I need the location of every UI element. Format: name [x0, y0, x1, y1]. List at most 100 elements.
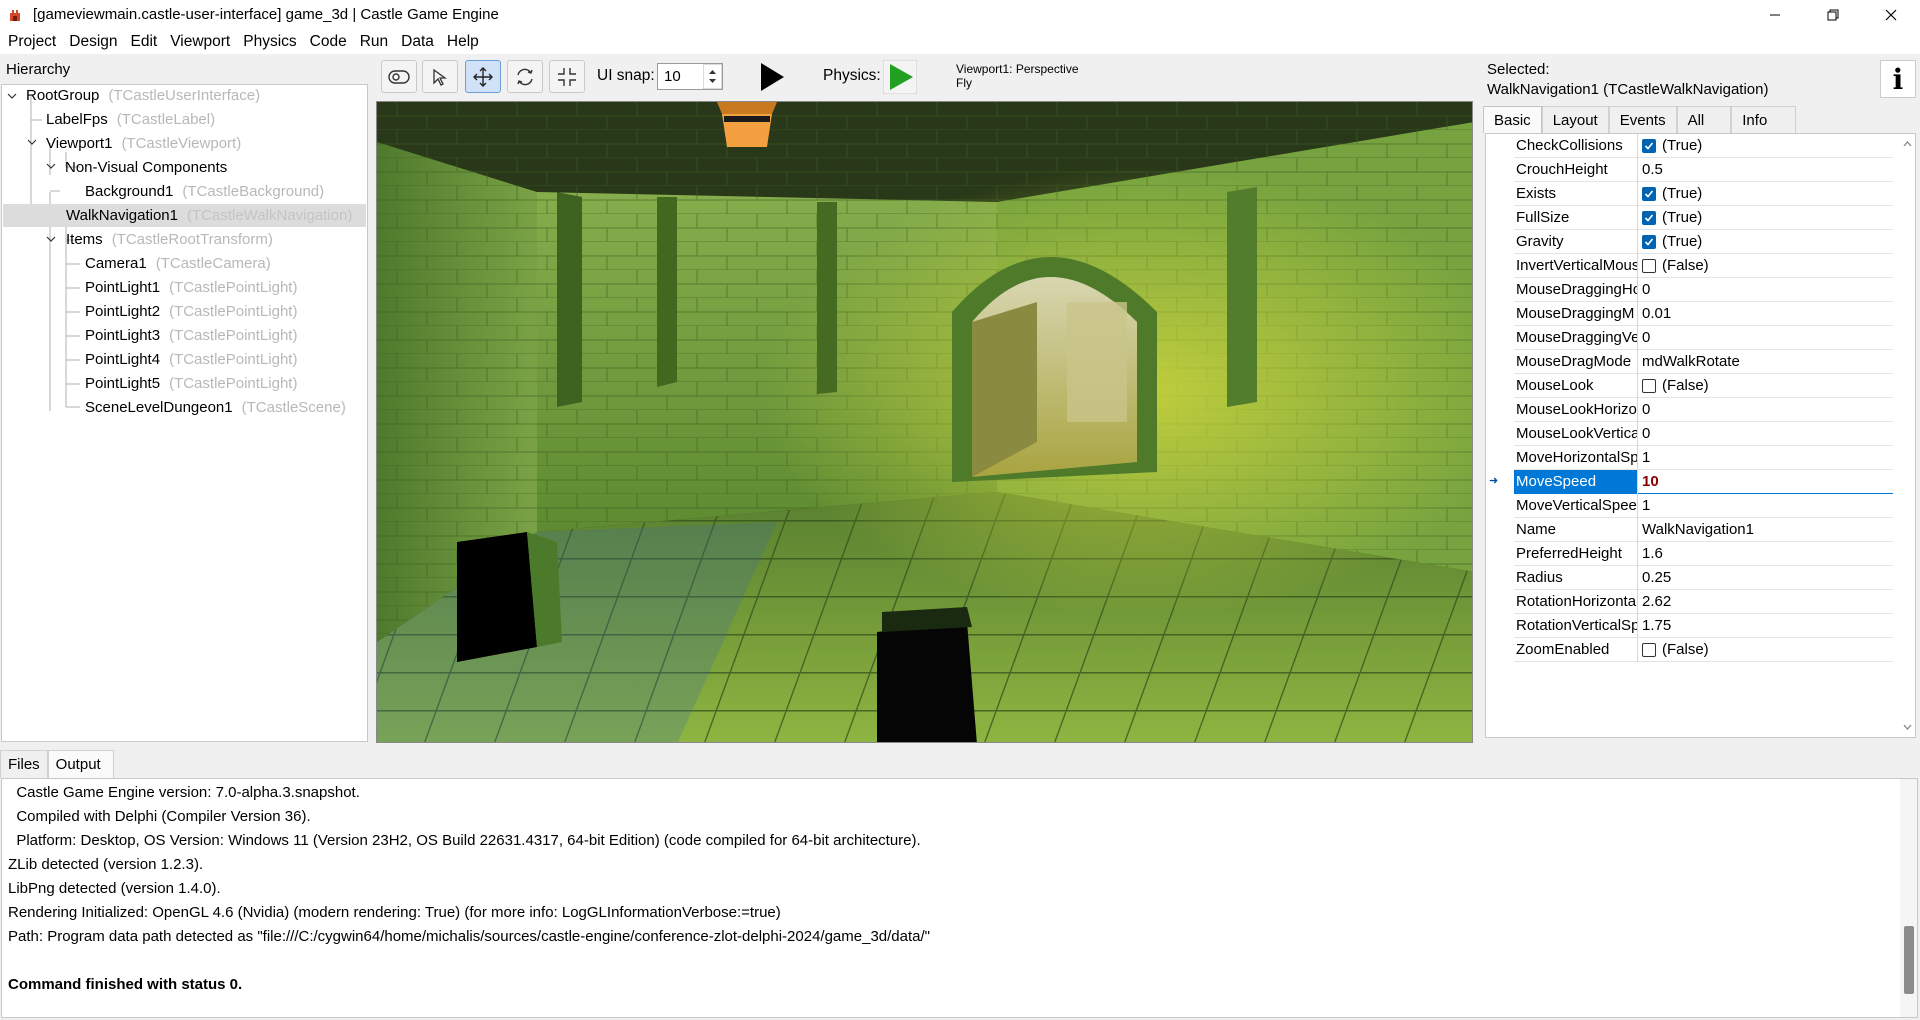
menu-project[interactable]: Project	[4, 33, 60, 51]
property-row[interactable]: MoveVerticalSpee 1	[1514, 493, 1893, 518]
property-value[interactable]: 1	[1638, 446, 1650, 470]
property-value[interactable]: (False)	[1638, 374, 1709, 398]
property-value[interactable]: 1	[1638, 494, 1650, 518]
output-scrollbar[interactable]	[1900, 779, 1917, 1017]
property-row[interactable]: RotationVerticalSp 1.75	[1514, 613, 1893, 638]
physics-play-button[interactable]	[882, 59, 918, 95]
property-row[interactable]: MouseDraggingM 0.01	[1514, 301, 1893, 326]
property-value[interactable]: 1.6	[1638, 542, 1663, 566]
property-row[interactable]: RotationHorizonta 2.62	[1514, 589, 1893, 614]
menu-viewport[interactable]: Viewport	[166, 33, 234, 51]
tab-events[interactable]: Events	[1608, 106, 1677, 133]
menu-data[interactable]: Data	[397, 33, 438, 51]
property-grid[interactable]: CheckCollisions (True) CrouchHeight 0.5 Exis…	[1485, 133, 1916, 738]
tree-item[interactable]: Items (TCastleRootTransform)	[66, 228, 273, 251]
property-row[interactable]: PreferredHeight 1.6	[1514, 541, 1893, 566]
scale-mode-button[interactable]	[549, 60, 585, 93]
tree-item-selected[interactable]: WalkNavigation1 (TCastleWalkNavigation)	[3, 204, 366, 227]
tree-item[interactable]: PointLight5 (TCastlePointLight)	[85, 372, 297, 395]
property-row[interactable]: Exists (True)	[1514, 181, 1893, 206]
tab-all[interactable]: All	[1676, 106, 1732, 133]
property-row[interactable]: MoveSpeed 10 ➜	[1489, 469, 1893, 494]
tree-item[interactable]: Background1 (TCastleBackground)	[85, 180, 324, 203]
menu-physics[interactable]: Physics	[239, 33, 300, 51]
select-mode-button[interactable]	[422, 60, 458, 93]
property-row[interactable]: MouseDraggingVe 0	[1514, 325, 1893, 350]
property-value[interactable]: 1.75	[1638, 614, 1671, 638]
property-value[interactable]: 0	[1638, 278, 1650, 302]
property-checkbox[interactable]	[1642, 210, 1656, 225]
menu-design[interactable]: Design	[65, 33, 121, 51]
tab-files[interactable]: Files	[0, 750, 48, 778]
menu-code[interactable]: Code	[306, 33, 351, 51]
menu-help[interactable]: Help	[443, 33, 483, 51]
tree-item[interactable]: LabelFps (TCastleLabel)	[46, 108, 215, 131]
property-row[interactable]: CheckCollisions (True)	[1514, 133, 1893, 158]
minimize-button[interactable]	[1746, 0, 1804, 29]
tree-item[interactable]: Camera1 (TCastleCamera)	[85, 252, 271, 275]
property-checkbox[interactable]	[1642, 258, 1656, 273]
menu-edit[interactable]: Edit	[127, 33, 162, 51]
property-row[interactable]: Radius 0.25	[1514, 565, 1893, 590]
property-value[interactable]: 2.62	[1638, 590, 1671, 614]
tree-item[interactable]: PointLight2 (TCastlePointLight)	[85, 300, 297, 323]
property-row[interactable]: ZoomEnabled (False)	[1514, 637, 1893, 662]
tab-layout[interactable]: Layout	[1541, 106, 1609, 133]
property-value[interactable]: (True)	[1638, 230, 1702, 254]
output-log[interactable]: Castle Game Engine version: 7.0-alpha.3.…	[1, 778, 1918, 1018]
tree-item[interactable]: Non-Visual Components	[65, 156, 227, 179]
property-row[interactable]: MouseDragMode mdWalkRotate	[1514, 349, 1893, 374]
property-row[interactable]: MoveHorizontalSp 1	[1514, 445, 1893, 470]
property-value[interactable]: 0	[1638, 326, 1650, 350]
tree-item[interactable]: PointLight4 (TCastlePointLight)	[85, 348, 297, 371]
ui-snap-spinner-icon[interactable]	[703, 64, 722, 89]
property-value[interactable]: 0	[1638, 398, 1650, 422]
menu-run[interactable]: Run	[356, 33, 392, 51]
property-checkbox[interactable]	[1642, 378, 1656, 393]
translate-mode-button[interactable]	[465, 60, 501, 93]
property-checkbox[interactable]	[1642, 234, 1656, 249]
property-value[interactable]: (True)	[1638, 206, 1702, 230]
restore-button[interactable]	[1804, 0, 1862, 29]
close-button[interactable]	[1862, 0, 1920, 29]
property-row[interactable]: MouseDraggingHo 0	[1514, 277, 1893, 302]
tree-item[interactable]: PointLight3 (TCastlePointLight)	[85, 324, 297, 347]
tree-item[interactable]: Viewport1 (TCastleViewport)	[46, 132, 241, 155]
run-game-button[interactable]	[754, 59, 790, 95]
property-value[interactable]: 0.5	[1638, 158, 1663, 182]
property-value[interactable]: WalkNavigation1	[1638, 518, 1754, 542]
property-value[interactable]: (False)	[1638, 638, 1709, 662]
property-value[interactable]: 0.01	[1638, 302, 1671, 326]
property-row[interactable]: MouseLookVertica 0	[1514, 421, 1893, 446]
rotate-mode-button[interactable]	[507, 60, 543, 93]
property-checkbox[interactable]	[1642, 642, 1656, 657]
hierarchy-tree[interactable]: RootGroup (TCastleUserInterface) LabelFps…	[1, 84, 368, 742]
property-value[interactable]: (True)	[1638, 182, 1702, 206]
info-button[interactable]: i	[1880, 60, 1916, 98]
property-value[interactable]: 0	[1638, 422, 1650, 446]
tree-item[interactable]: SceneLevelDungeon1 (TCastleScene)	[85, 396, 346, 419]
property-row[interactable]: MouseLookHorizo 0	[1514, 397, 1893, 422]
property-checkbox[interactable]	[1642, 186, 1656, 201]
property-row[interactable]: CrouchHeight 0.5	[1514, 157, 1893, 182]
scrollbar-thumb[interactable]	[1904, 926, 1914, 994]
property-value[interactable]: 0.25	[1638, 566, 1671, 590]
property-row[interactable]: FullSize (True)	[1514, 205, 1893, 230]
property-checkbox[interactable]	[1642, 138, 1656, 153]
property-row[interactable]: MouseLook (False)	[1514, 373, 1893, 398]
tree-item[interactable]: RootGroup (TCastleUserInterface)	[26, 84, 260, 107]
tab-info[interactable]: Info	[1731, 106, 1797, 133]
property-value[interactable]: (True)	[1638, 134, 1702, 158]
property-value[interactable]: mdWalkRotate	[1638, 350, 1740, 374]
3d-viewport[interactable]	[376, 101, 1473, 743]
property-scrollbar[interactable]	[1900, 134, 1915, 737]
interact-mode-button[interactable]	[381, 60, 417, 93]
tree-item[interactable]: PointLight1 (TCastlePointLight)	[85, 276, 297, 299]
property-value[interactable]: (False)	[1638, 254, 1709, 278]
property-value[interactable]: 10	[1638, 470, 1893, 494]
property-row[interactable]: InvertVerticalMous (False)	[1514, 253, 1893, 278]
tab-output[interactable]: Output	[47, 750, 114, 778]
property-row[interactable]: Gravity (True)	[1514, 229, 1893, 254]
tab-basic[interactable]: Basic	[1483, 106, 1542, 133]
property-row[interactable]: Name WalkNavigation1	[1514, 517, 1893, 542]
